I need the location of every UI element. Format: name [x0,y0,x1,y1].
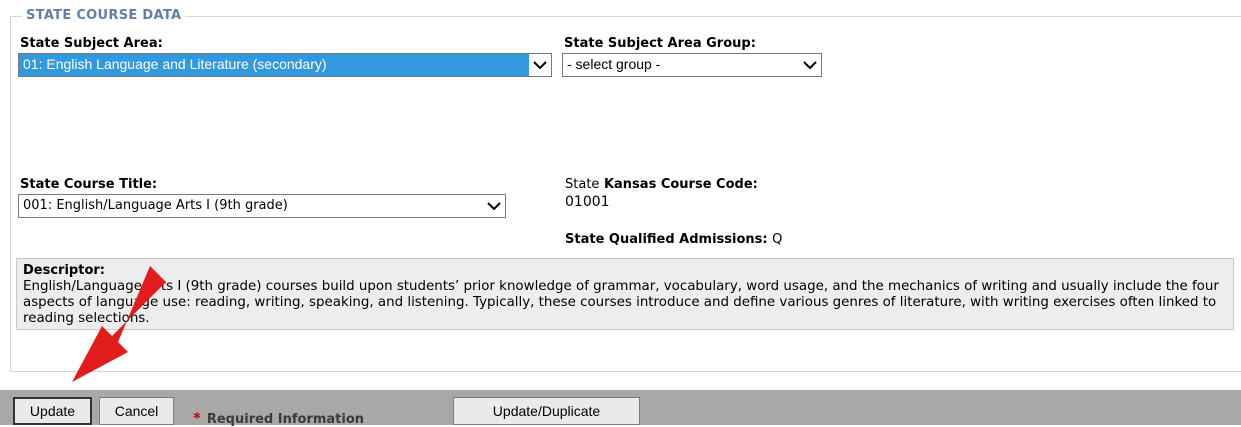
descriptor-text: English/Language Arts I (9th grade) cour… [23,279,1219,326]
subject-group-select[interactable]: - select group - [562,53,822,77]
subject-area-label: State Subject Area: [20,36,163,51]
subject-group-value: - select group - [567,56,661,72]
update-duplicate-button[interactable]: Update/Duplicate [453,397,640,425]
course-code-label-text: Kansas Course Code: [603,177,758,192]
descriptor-label: Descriptor: [23,263,105,278]
course-title-value: 001: English/Language Arts I (9th grade) [23,198,288,213]
required-star: * [193,409,201,427]
qualified-admissions-value: Q [772,232,783,247]
chevron-down-icon[interactable] [483,195,505,217]
subject-area-select[interactable]: 01: English Language and Literature (sec… [18,53,552,77]
course-title-select[interactable]: 001: English/Language Arts I (9th grade) [18,194,506,218]
course-title-label: State Course Title: [20,177,158,192]
descriptor-box: Descriptor: English/Language Arts I (9th… [16,258,1234,330]
qualified-admissions-row: State Qualified Admissions: Q [565,232,782,247]
red-arrow-icon [72,266,166,382]
course-code-label-prefix: State [565,177,600,192]
qualified-admissions-label: State Qualified Admissions: [565,232,768,247]
section-legend: STATE COURSE DATA [22,8,186,23]
required-info-note: * Required Information [193,409,364,427]
update-button[interactable]: Update [13,397,92,425]
chevron-down-icon[interactable] [529,54,551,76]
subject-group-label: State Subject Area Group: [564,36,756,51]
course-code-label: State Kansas Course Code: [565,177,758,192]
course-code-value: 01001 [565,194,610,210]
subject-area-value: 01: English Language and Literature (sec… [19,54,529,76]
chevron-down-icon[interactable] [799,54,821,76]
cancel-button[interactable]: Cancel [99,397,174,425]
